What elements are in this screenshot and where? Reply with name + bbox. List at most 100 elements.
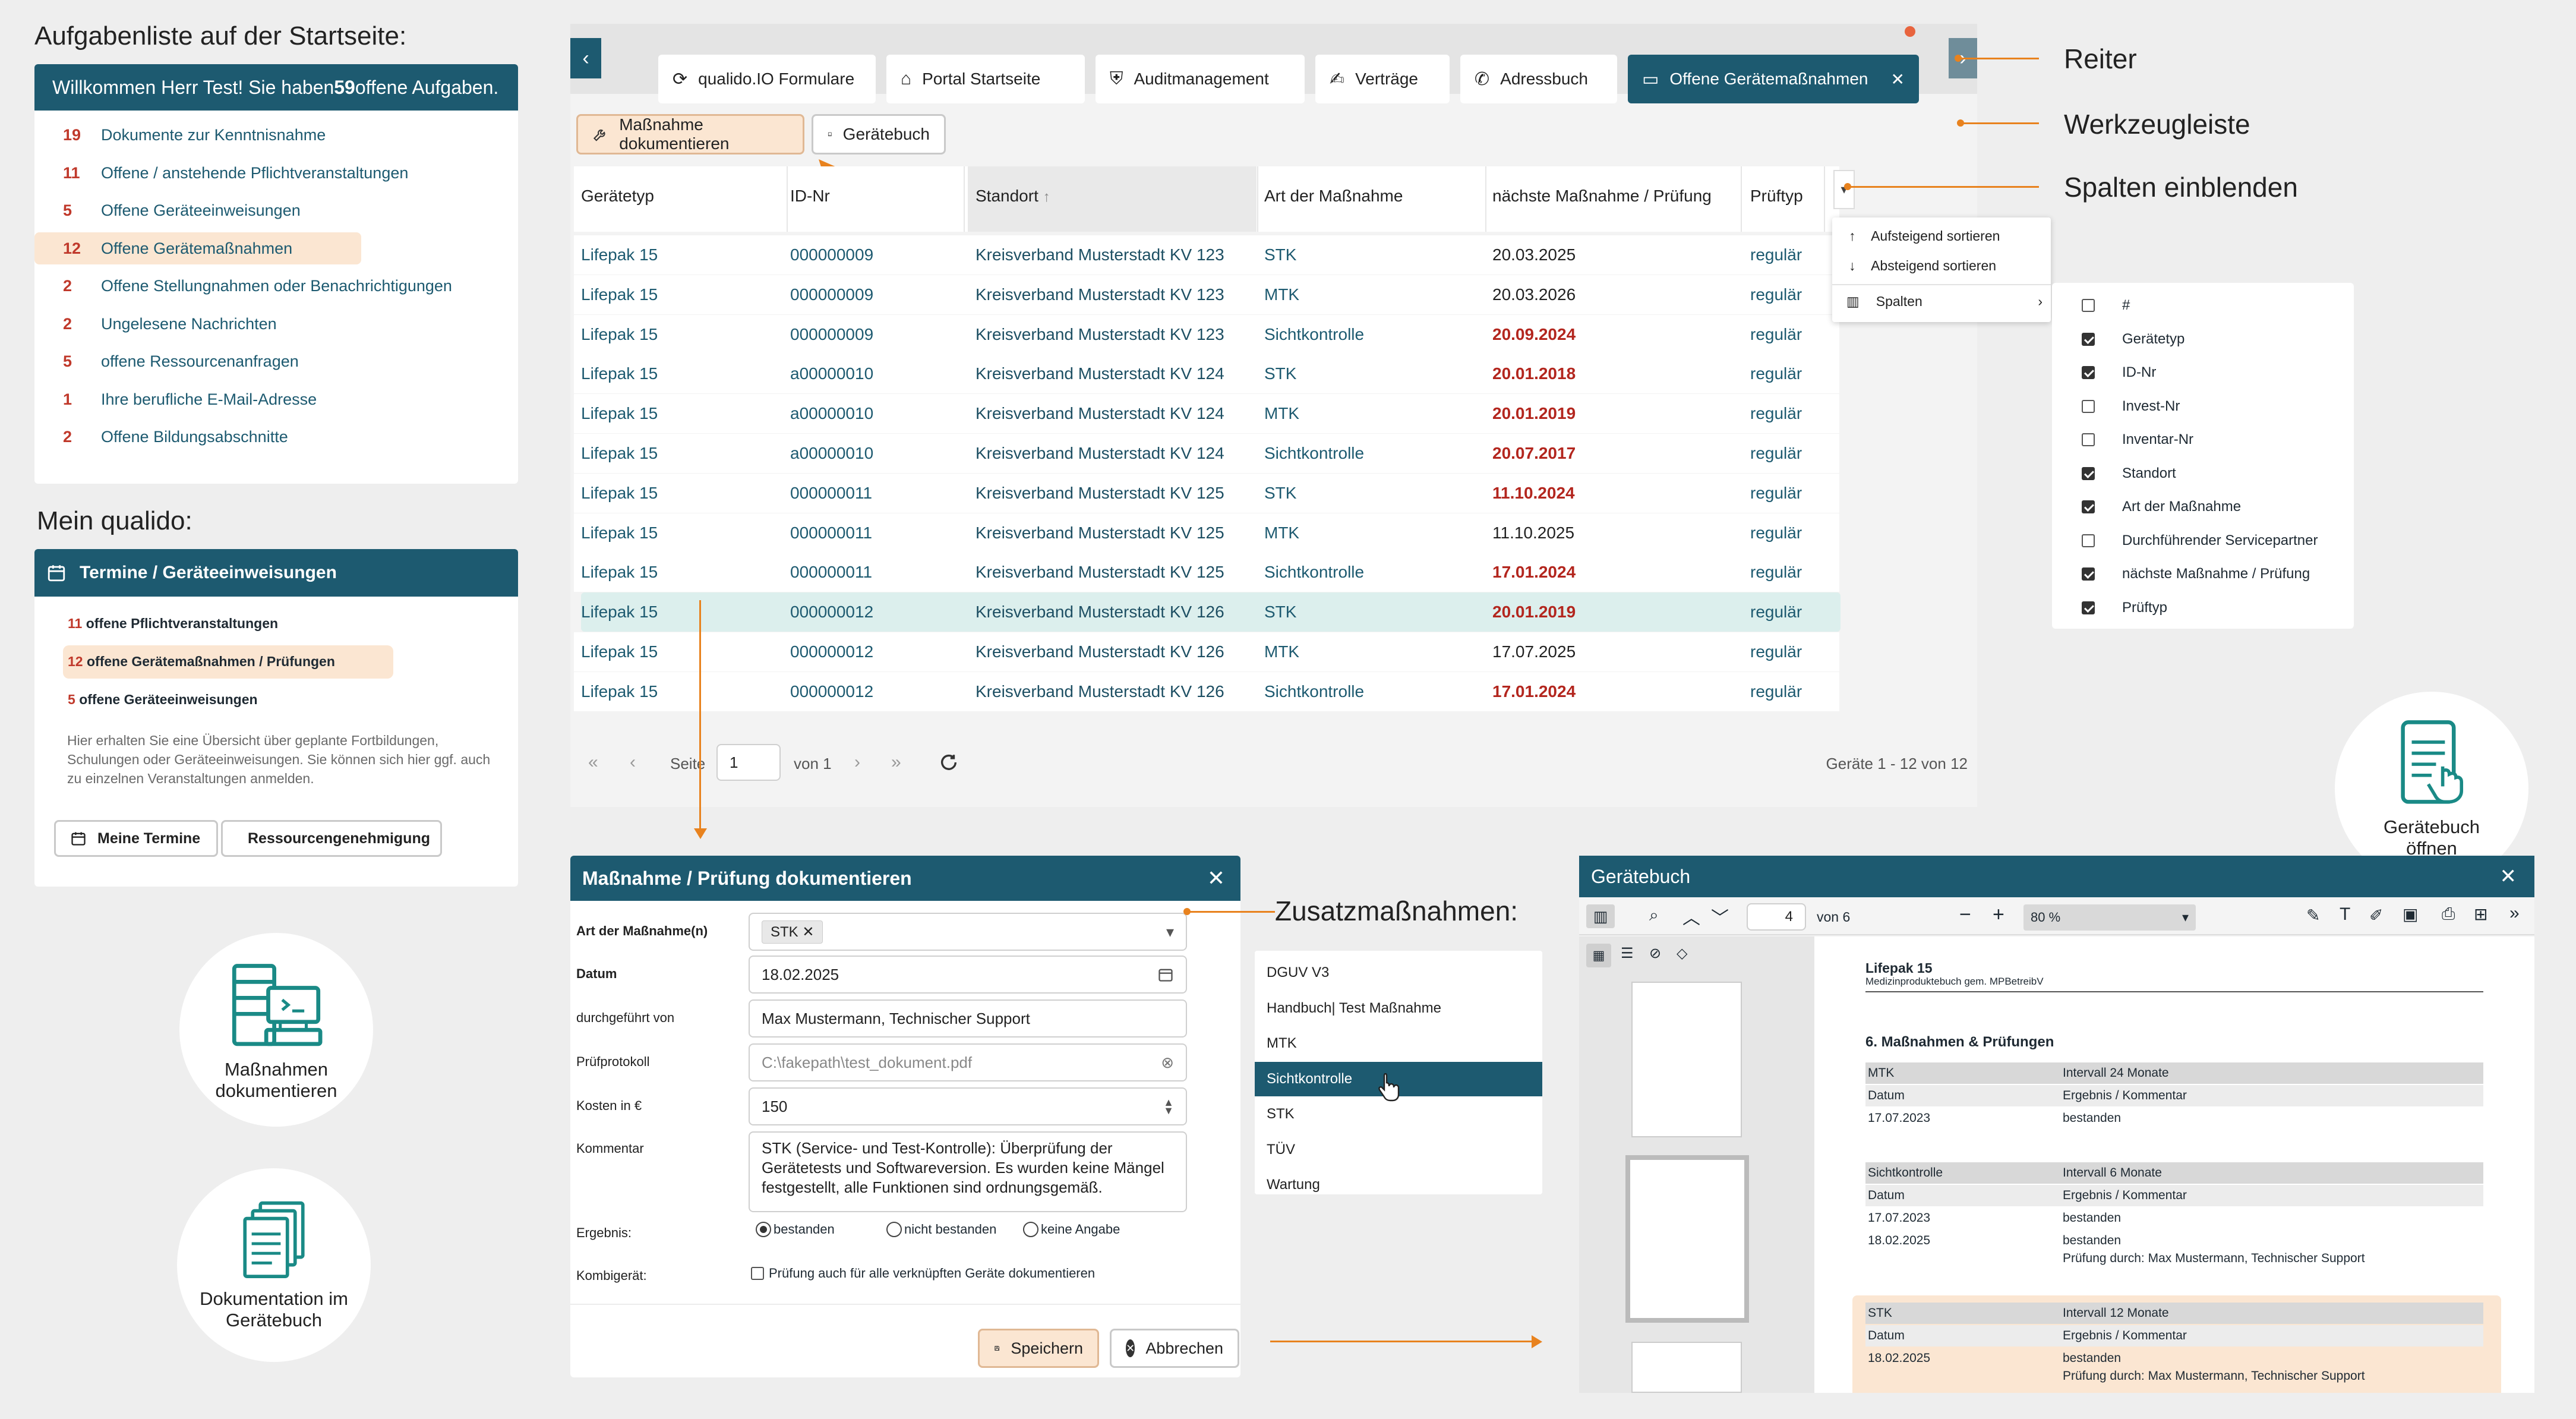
tab-1[interactable]: ⌂ Portal Startseite: [886, 55, 1085, 103]
task-item[interactable]: 19 Dokumente zur Kenntnisnahme: [34, 118, 518, 151]
task-item[interactable]: 1 Ihre berufliche E-Mail-Adresse: [34, 382, 518, 415]
sidebar-toggle-icon[interactable]: ▥: [1586, 904, 1615, 928]
pager-page-input[interactable]: 1: [716, 744, 781, 781]
task-item[interactable]: 5 offene Ressourcenanfragen: [34, 344, 518, 377]
attachments-icon[interactable]: ⊘: [1649, 945, 1661, 962]
task-item[interactable]: 2 Offene Stellungnahmen oder Benachrichti…: [34, 269, 518, 302]
termine-item[interactable]: 5 offene Geräteeinweisungen: [34, 683, 518, 717]
thumbnails-view-icon[interactable]: ▦: [1586, 944, 1611, 967]
column-header[interactable]: Art der Maßnahme: [1264, 187, 1403, 206]
prev-page-icon[interactable]: ︿: [1682, 903, 1700, 929]
column-checkbox[interactable]: [2082, 433, 2095, 446]
tab-scroll-left[interactable]: ‹: [570, 38, 601, 78]
termine-item[interactable]: 11 offene Pflichtveranstaltungen: [34, 607, 518, 641]
search-icon[interactable]: ⌕: [1649, 906, 1659, 925]
column-checkbox[interactable]: [2082, 366, 2095, 379]
tab-0[interactable]: ⟳ qualido.IO Formulare: [658, 55, 876, 103]
geraetebuch-button[interactable]: Gerätebuch: [812, 114, 946, 154]
tab-2[interactable]: ⛨ Auditmanagement: [1096, 55, 1305, 103]
zusatz-item[interactable]: Handbuch| Test Maßnahme: [1255, 991, 1542, 1026]
more-tools-icon[interactable]: »: [2509, 903, 2520, 923]
zoom-out-icon[interactable]: −: [1959, 903, 1971, 926]
column-checkbox[interactable]: [2082, 534, 2095, 547]
save-icon[interactable]: ⊞: [2474, 904, 2487, 924]
column-toggle[interactable]: Prüftyp: [2082, 600, 2167, 616]
column-header[interactable]: Gerätetyp: [581, 187, 654, 206]
termine-item[interactable]: 12 offene Gerätemaßnahmen / Prüfungen: [34, 645, 518, 679]
art-tag[interactable]: STK ✕: [762, 920, 823, 944]
task-item[interactable]: 5 Offene Geräteeinweisungen: [34, 193, 518, 226]
tab-3[interactable]: ✍ Verträge: [1315, 55, 1450, 103]
column-toggle[interactable]: Durchführender Servicepartner: [2082, 532, 2318, 549]
column-header[interactable]: ID-Nr: [790, 187, 830, 206]
thumbnail-page-3[interactable]: [1631, 982, 1742, 1137]
column-header[interactable]: nächste Maßnahme / Prüfung: [1492, 187, 1712, 206]
cancel-button[interactable]: ✕ Abbrechen: [1110, 1329, 1239, 1368]
menu-sort-asc[interactable]: ↑ Aufsteigend sortieren: [1849, 228, 2000, 244]
layers-icon[interactable]: ◇: [1677, 945, 1687, 962]
pager-last[interactable]: »: [891, 752, 901, 772]
datum-field[interactable]: 18.02.2025: [749, 956, 1187, 994]
stepper-icon[interactable]: ▲ ▼: [1163, 1097, 1174, 1116]
column-header[interactable]: Prüftyp: [1750, 187, 1803, 206]
column-toggle[interactable]: Standort: [2082, 465, 2176, 482]
zusatz-item[interactable]: STK: [1255, 1097, 1542, 1131]
column-toggle[interactable]: Inventar-Nr: [2082, 431, 2193, 448]
kommentar-field[interactable]: STK (Service- und Test-Kontrolle): Überp…: [749, 1131, 1187, 1212]
draw-icon[interactable]: ✐: [2369, 906, 2383, 925]
next-page-icon[interactable]: ﹀: [1711, 903, 1729, 929]
task-item[interactable]: 2 Offene Bildungsabschnitte: [34, 420, 518, 453]
kombi-check[interactable]: [751, 1267, 764, 1280]
zoom-select[interactable]: 80 % ▾: [2023, 904, 2196, 931]
column-header[interactable]: Standort ↑: [976, 187, 1050, 206]
tab-5[interactable]: ▭ Offene Gerätemaßnahmen ✕: [1628, 55, 1919, 103]
column-checkbox[interactable]: [2082, 601, 2095, 614]
column-checkbox[interactable]: [2082, 332, 2095, 346]
kosten-field[interactable]: 150 ▲ ▼: [749, 1087, 1187, 1125]
column-checkbox[interactable]: [2082, 299, 2095, 312]
column-checkbox[interactable]: [2082, 500, 2095, 513]
column-toggle[interactable]: Gerätetyp: [2082, 331, 2184, 348]
zusatz-item[interactable]: DGUV V3: [1255, 956, 1542, 990]
calendar-icon[interactable]: [1157, 966, 1174, 983]
column-checkbox[interactable]: [2082, 466, 2095, 480]
column-toggle[interactable]: nächste Maßnahme / Prüfung: [2082, 566, 2310, 582]
column-checkbox[interactable]: [2082, 567, 2095, 581]
menu-sort-desc[interactable]: ↓ Absteigend sortieren: [1849, 258, 1996, 274]
zusatz-item[interactable]: TÜV: [1255, 1133, 1542, 1167]
text-icon[interactable]: T: [2340, 904, 2350, 925]
result-radio[interactable]: [1023, 1222, 1038, 1237]
pager-prev[interactable]: ‹: [630, 752, 636, 772]
refresh-icon[interactable]: [939, 752, 959, 772]
result-option[interactable]: bestanden: [756, 1222, 835, 1237]
close-icon[interactable]: ✕: [1207, 866, 1225, 891]
result-radio[interactable]: [886, 1222, 902, 1237]
kombi-checkbox[interactable]: Prüfung auch für alle verknüpften Geräte…: [751, 1266, 1095, 1281]
result-option[interactable]: nicht bestanden: [886, 1222, 996, 1237]
result-radio[interactable]: [756, 1222, 771, 1237]
zusatz-item[interactable]: Wartung: [1255, 1168, 1542, 1202]
column-toggle[interactable]: #: [2082, 297, 2130, 314]
task-item[interactable]: 2 Ungelesene Nachrichten: [34, 307, 518, 340]
massnahme-dokumentieren-button[interactable]: Maßnahme dokumentieren: [576, 114, 804, 154]
column-toggle[interactable]: Invest-Nr: [2082, 398, 2180, 415]
pager-first[interactable]: «: [588, 752, 598, 772]
save-button[interactable]: Speichern: [978, 1329, 1099, 1368]
meine-termine-button[interactable]: Meine Termine: [54, 820, 218, 857]
column-toggle[interactable]: Art der Maßnahme: [2082, 499, 2241, 515]
close-icon[interactable]: ✕: [2500, 865, 2517, 888]
protokoll-field[interactable]: C:\fakepath\test_dokument.pdf ⊗: [749, 1043, 1187, 1081]
zusatz-item[interactable]: MTK: [1255, 1026, 1542, 1061]
thumbnail-page-4[interactable]: [1625, 1155, 1749, 1323]
column-toggle[interactable]: ID-Nr: [2082, 364, 2156, 381]
print-icon[interactable]: ⎙: [2442, 904, 2455, 924]
outline-icon[interactable]: ☰: [1621, 945, 1634, 962]
column-checkbox[interactable]: [2082, 399, 2095, 413]
viewer-page-input[interactable]: 4: [1747, 903, 1806, 931]
zoom-in-icon[interactable]: +: [1993, 903, 2004, 926]
ressourcengenehmigung-button[interactable]: Ressourcengenehmigung: [221, 820, 442, 857]
task-item[interactable]: 11 Offene / anstehende Pflichtveranstaltu…: [34, 156, 518, 189]
task-item[interactable]: 12 Offene Gerätemaßnahmen: [34, 231, 518, 264]
art-select[interactable]: STK ✕ ▾: [749, 913, 1187, 951]
image-icon[interactable]: ▣: [2403, 904, 2418, 924]
